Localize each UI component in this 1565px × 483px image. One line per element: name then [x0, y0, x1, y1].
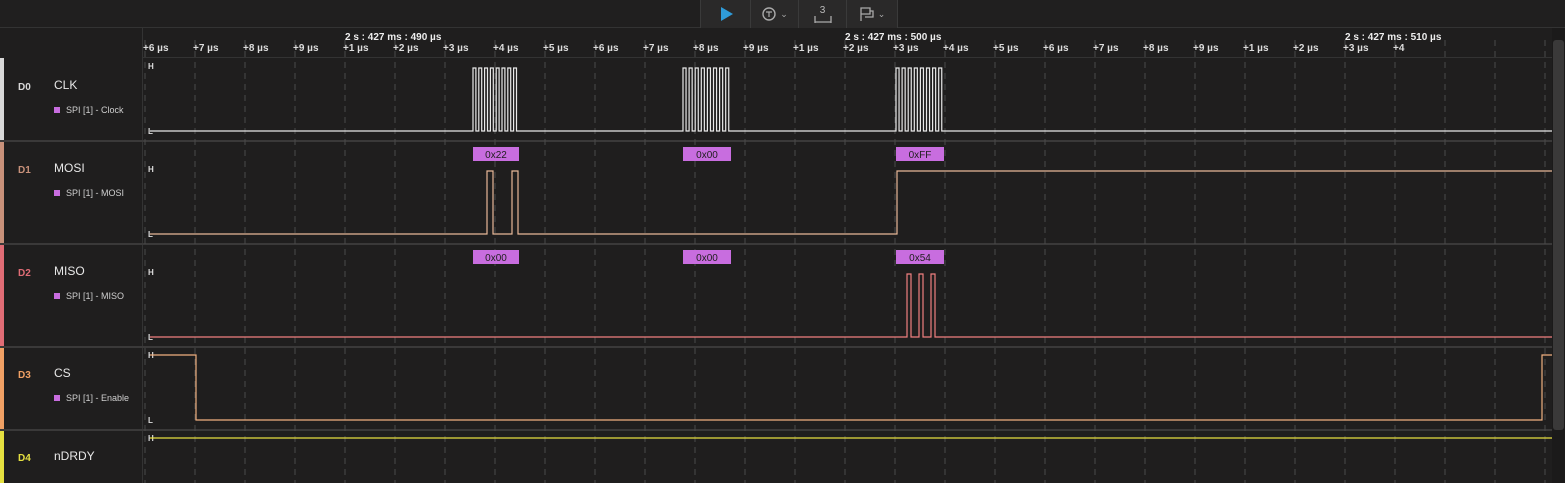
ruler-tick-label: +9 µs	[1193, 43, 1219, 54]
clk-waveform	[150, 67, 1552, 132]
ruler-tick-label: +7 µs	[193, 43, 219, 54]
ruler-tick-label: +6 µs	[1043, 43, 1069, 54]
ruler-tick-label: +1 µs	[793, 43, 819, 54]
ruler-tick-label: +8 µs	[1143, 43, 1169, 54]
ruler-tick-label: +1 µs	[343, 43, 369, 54]
ruler-major-label: 2 s : 427 ms : 500 µs	[845, 32, 942, 43]
level-label: H	[148, 165, 154, 174]
ruler-tick-label: +4 µs	[943, 43, 969, 54]
ruler-tick-label: +7 µs	[643, 43, 669, 54]
ruler-tick-label: +5 µs	[543, 43, 569, 54]
ruler-tick-label: +2 µs	[393, 43, 419, 54]
ruler-tick-label: +9 µs	[743, 43, 769, 54]
ruler-major-label: 2 s : 427 ms : 490 µs	[345, 32, 442, 43]
ruler-tick-label: +9 µs	[293, 43, 319, 54]
level-label: L	[148, 416, 153, 425]
ruler-tick-label: +2 µs	[1293, 43, 1319, 54]
ruler-tick-label: +1 µs	[1243, 43, 1269, 54]
ruler-tick-label: +3 µs	[1343, 43, 1369, 54]
ruler-tick-label: +6 µs	[593, 43, 619, 54]
ruler-tick-label: +4	[1393, 43, 1405, 54]
decoded-byte-value: 0x54	[909, 253, 931, 264]
ruler-tick-label: +7 µs	[1093, 43, 1119, 54]
ruler-major-label: 2 s : 427 ms : 510 µs	[1345, 32, 1442, 43]
decoded-byte-value: 0x00	[696, 150, 718, 161]
waveform-area[interactable]: +6 µs +7 µs +8 µs +9 µs +1 µs +2 µs +3 µs +4 µs…	[0, 0, 1565, 483]
miso-waveform	[150, 273, 1552, 338]
cs-waveform	[150, 354, 1552, 421]
decoded-byte-value: 0xFF	[909, 150, 932, 161]
ruler-tick-label: +8 µs	[243, 43, 269, 54]
ruler-tick-label: +2 µs	[843, 43, 869, 54]
ruler-tick-label: +6 µs	[143, 43, 169, 54]
decoded-byte-value: 0x00	[485, 253, 507, 264]
ruler-tick-label: +3 µs	[443, 43, 469, 54]
ruler-tick-label: +3 µs	[893, 43, 919, 54]
ruler-tick-label: +8 µs	[693, 43, 719, 54]
decoded-byte-value: 0x22	[485, 150, 507, 161]
ruler-tick-label: +5 µs	[993, 43, 1019, 54]
level-label: H	[148, 62, 154, 71]
ruler-tick-label: +4 µs	[493, 43, 519, 54]
scrollbar-thumb[interactable]	[1553, 40, 1564, 430]
level-label: H	[148, 268, 154, 277]
decoded-byte-value: 0x00	[696, 253, 718, 264]
mosi-waveform	[150, 170, 1552, 235]
